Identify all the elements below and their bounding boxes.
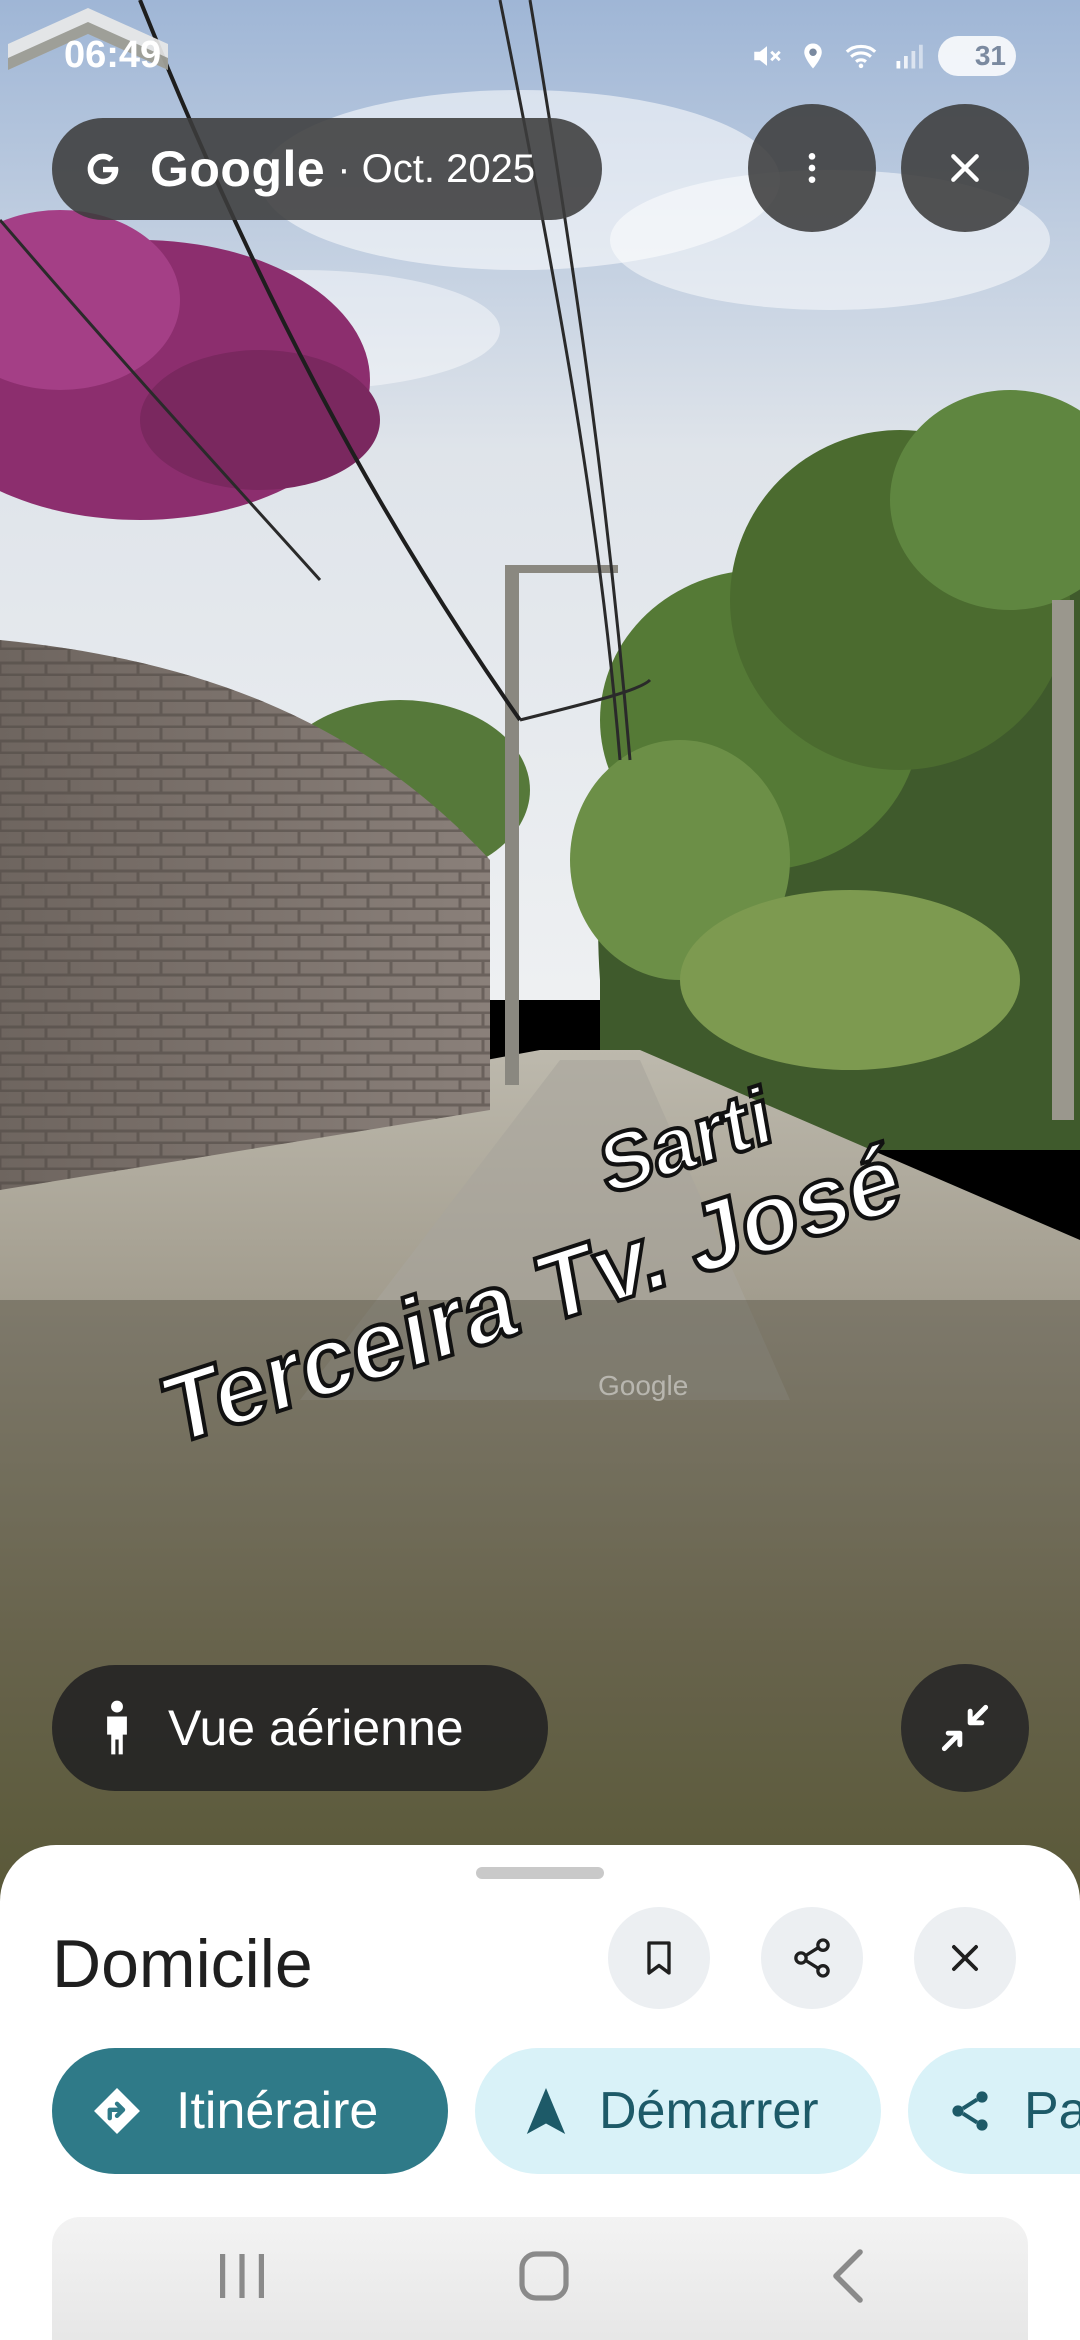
status-icons: 31 — [750, 36, 1016, 76]
share-icon — [794, 1938, 830, 1978]
street-view-image — [0, 0, 1080, 1900]
close-icon — [952, 1945, 978, 1971]
close-street-view-button[interactable] — [901, 104, 1029, 232]
battery-indicator: 31 — [938, 36, 1016, 76]
place-title: Domicile — [52, 1926, 313, 2002]
share-icon — [952, 2091, 988, 2131]
imagery-brand: Google — [150, 141, 326, 197]
wifi-icon — [845, 44, 877, 69]
status-time: 06:49 — [64, 34, 162, 76]
system-navigation-bar — [0, 2222, 1080, 2340]
street-view-panorama[interactable]: Terceira Tv. José Sarti Google — [0, 0, 1080, 1900]
home-icon[interactable] — [516, 2246, 572, 2306]
directions-icon — [94, 2088, 140, 2134]
back-icon[interactable] — [826, 2246, 870, 2306]
share-chip-button[interactable]: Pa — [908, 2048, 1080, 2174]
recents-icon[interactable] — [214, 2246, 270, 2306]
collapse-view-button[interactable] — [901, 1664, 1029, 1792]
start-label: Démarrer — [599, 2082, 819, 2140]
pegman-icon — [107, 1700, 127, 1755]
sheet-drag-handle[interactable] — [476, 1867, 604, 1879]
signal-icon — [896, 44, 923, 69]
bookmark-icon — [647, 1941, 671, 1975]
close-icon — [951, 154, 979, 182]
share-chip-label: Pa — [1024, 2082, 1080, 2140]
aerial-view-label: Vue aérienne — [168, 1700, 464, 1756]
share-button[interactable] — [761, 1907, 863, 2009]
navigation-arrow-icon — [526, 2088, 566, 2134]
location-icon — [804, 43, 822, 69]
directions-label: Itinéraire — [176, 2082, 379, 2140]
imagery-date: · Oct. 2025 — [337, 146, 536, 191]
imagery-info-pill[interactable]: Google · Oct. 2025 — [52, 118, 602, 220]
directions-button[interactable]: Itinéraire — [52, 2048, 448, 2174]
close-sheet-button[interactable] — [914, 1907, 1016, 2009]
google-watermark: Google — [598, 1370, 689, 1401]
start-navigation-button[interactable]: Démarrer — [475, 2048, 881, 2174]
google-g-icon — [87, 153, 119, 185]
status-bar: 06:49 31 — [0, 0, 1080, 110]
collapse-arrows-icon — [941, 1704, 989, 1752]
more-options-button[interactable] — [748, 104, 876, 232]
more-vert-icon — [808, 153, 816, 183]
save-button[interactable] — [608, 1907, 710, 2009]
mute-icon — [754, 46, 781, 66]
aerial-view-button[interactable]: Vue aérienne — [52, 1665, 548, 1791]
